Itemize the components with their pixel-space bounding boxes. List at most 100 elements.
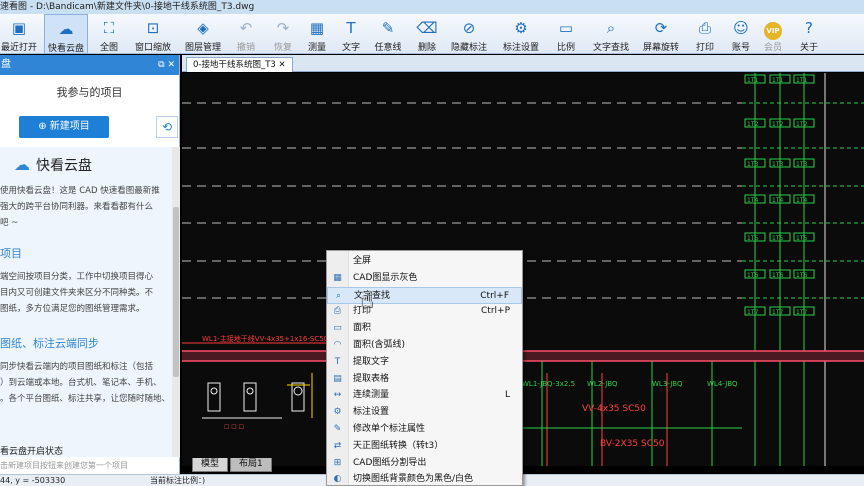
tag-label: 1T6 <box>796 272 807 279</box>
cloud-title: ☁ 快看云盘 <box>14 155 92 174</box>
green-label: WL2-JBQ <box>587 380 618 388</box>
cloud-icon: ☁ <box>14 155 30 174</box>
fullview-icon: ⛶ <box>103 19 115 37</box>
red-label: VV-4x35 SC50 <box>582 404 646 414</box>
edit-icon: ✎ <box>333 424 342 434</box>
print-icon: ⎙ <box>698 19 711 37</box>
toolbar-label: 窗口缩放 <box>134 43 171 53</box>
context-menu-item[interactable]: T 提取文字 <box>327 354 522 371</box>
toolbar-button[interactable]: ▭ 比例 <box>550 14 582 54</box>
color-icon: ◐ <box>333 474 342 485</box>
context-menu-item[interactable]: 全屏 <box>327 253 522 270</box>
menu-item-label: 天正图纸转换（转t3） <box>353 440 444 451</box>
tag-label: 1T7 <box>772 309 783 316</box>
toolbar-button[interactable]: ⎙ 打印 <box>690 14 720 54</box>
toolbar-label: 隐藏标注 <box>450 43 487 53</box>
settings-icon: ⚙ <box>333 407 342 418</box>
context-menu-item[interactable]: ⊞ CAD图纸分割导出 <box>327 455 522 472</box>
menu-item-label: 连续测量 <box>353 390 390 401</box>
section-heading: 项目 <box>0 247 22 260</box>
context-menu-item[interactable]: ✎ 修改单个标注属性 <box>327 421 522 438</box>
tab-model[interactable]: 模型 <box>192 458 229 472</box>
measure-icon: ↔ <box>333 390 342 401</box>
context-menu-item[interactable]: ▦ CAD图显示灰色 <box>327 270 522 287</box>
green-label: WL1-JBQ-3x2.5 <box>522 380 575 388</box>
document-tab[interactable]: 0-接地干线系统图_T3 ✕ <box>186 57 293 72</box>
context-menu-item[interactable]: ▤ 提取表格 <box>327 371 522 388</box>
window-zoom-icon: ⊡ <box>146 19 160 37</box>
tag-label: 1T5 <box>796 235 807 242</box>
tag-label: 1T1 <box>747 77 758 84</box>
toolbar-label: 任意线 <box>374 43 402 53</box>
hand-cursor-icon: ☝ <box>360 288 374 313</box>
arc-area-icon: ◠ <box>333 340 342 350</box>
menu-item-label: 标注设置 <box>353 407 390 418</box>
close-icon[interactable]: ✕ <box>279 60 286 70</box>
toolbar-button[interactable]: ⚙ 标注设置 <box>498 14 544 54</box>
cad-canvas[interactable]: WL1-主接地干线VV-4x35+1x16-SC50-FC WL1-JBQ-3x… <box>182 73 864 466</box>
about-icon: ? <box>805 19 813 37</box>
toolbar-button[interactable]: ↷ 恢复 <box>268 14 298 54</box>
menu-item-label: CAD图纸分割导出 <box>353 457 427 468</box>
toolbar-button[interactable]: ✎ 任意线 <box>370 14 406 54</box>
tag-label: 1T2 <box>772 121 783 128</box>
toolbar-button[interactable]: ▣ 最近打开 <box>0 14 38 54</box>
toolbar-label: 撤销 <box>236 43 255 53</box>
cloud-status-title: 看云盘开启状态 <box>0 447 64 457</box>
toolbar-button[interactable]: ⛶ 全图 <box>94 14 124 54</box>
toolbar-button[interactable]: ? 关于 <box>794 14 824 54</box>
toolbar-button[interactable]: T 文字 <box>336 14 366 54</box>
toolbar-label: 恢复 <box>273 43 292 53</box>
grid-icon: ▦ <box>333 272 342 283</box>
context-menu-item[interactable]: ↔ 连续测量 L <box>327 387 522 404</box>
tag-label: 1T4 <box>772 197 783 204</box>
toolbar-button[interactable]: ⊘ 隐藏标注 <box>446 14 492 54</box>
split-icon: ⊞ <box>333 457 342 468</box>
toolbar-button[interactable]: ↶ 撤销 <box>230 14 262 54</box>
context-menu-item[interactable]: ⎙ 打印 Ctrl+P <box>327 303 522 320</box>
context-menu-item[interactable]: ⇄ 天正图纸转换（转t3） <box>327 438 522 455</box>
context-menu-item[interactable]: ◐ 切换图纸背景颜色为黑色/白色 <box>327 471 522 486</box>
intro-line: 强大的跨平台协同利器。来看看都有什么 <box>0 202 154 212</box>
rotate-icon: ⟳ <box>654 19 668 37</box>
red-label: BV-2X35 SC50 <box>600 439 665 449</box>
delete-icon: ⌫ <box>416 19 438 37</box>
red-note: WL1-主接地干线VV-4x35+1x16-SC50-FC <box>202 334 340 343</box>
context-menu-item[interactable]: ⚙ 标注设置 <box>327 404 522 421</box>
new-project-button[interactable]: ⊕ 新建项目 <box>19 116 109 138</box>
panel-window-icons[interactable]: ⧉ ✕ <box>158 55 175 75</box>
scroll-thumb[interactable] <box>173 207 179 377</box>
toolbar-label: 测量 <box>307 43 326 53</box>
redo-icon: ↷ <box>276 19 290 37</box>
cloud-status-hint: 击新建项目按钮来创建您第一个项目 <box>0 461 128 470</box>
toolbar-label: 打印 <box>695 43 714 53</box>
toolbar-button[interactable]: ☺ 账号 <box>726 14 756 54</box>
panel-header: 盘 ⧉ ✕ <box>0 55 179 75</box>
context-menu-item[interactable]: ⌕ 文字查找 Ctrl+F <box>327 286 522 304</box>
coordinate-readout: 44, y = -503330 <box>0 476 66 485</box>
toolbar-button[interactable]: ⊡ 窗口缩放 <box>130 14 176 54</box>
toolbar-label: 全图 <box>99 43 118 53</box>
green-label: WL3-JBQ <box>652 380 683 388</box>
section-line: 目内又可创建文件夹来区分不同种类。不 <box>0 288 154 298</box>
menu-item-label: 修改单个标注属性 <box>353 424 426 434</box>
context-menu-item[interactable]: ◠ 面积(含弧线) <box>327 337 522 354</box>
panel-scrollbar[interactable] <box>172 147 180 457</box>
measure-icon: ▦ <box>309 19 325 37</box>
toolbar-button[interactable]: ☁ 快看云盘 <box>44 14 88 54</box>
toolbar-label: 文字查找 <box>592 43 629 53</box>
toolbar-button[interactable]: ◈ 图层管理 <box>180 14 226 54</box>
print-icon: ⎙ <box>333 306 342 317</box>
toolbar-button[interactable]: ⌕ 文字查找 <box>588 14 634 54</box>
sync-icon[interactable]: ⟲ <box>156 116 178 138</box>
toolbar-button[interactable]: ⌫ 删除 <box>412 14 442 54</box>
freeline-icon: ✎ <box>381 19 395 37</box>
tab-layout1[interactable]: 布局1 <box>230 458 272 472</box>
toolbar-button[interactable]: ⟳ 屏幕旋转 <box>638 14 684 54</box>
context-menu: 全屏 ▦ CAD图显示灰色 ⌕ 文字查找 Ctrl+F ⎙ 打印 Ctrl+P ▭ 面积 ◠ 面积(含弧… <box>326 250 523 486</box>
section-line: ）到云端或本地。台式机、笔记本、手机、 <box>0 378 162 388</box>
context-menu-item[interactable]: ▭ 面积 <box>327 320 522 337</box>
toolbar-button[interactable]: ▦ 测量 <box>302 14 332 54</box>
toolbar-button[interactable]: VIP 会员 <box>758 14 788 54</box>
app-window: 速看图 - D:\Bandicam\新建文件夹\0-接地干线系统图_T3.dwg… <box>0 0 864 486</box>
